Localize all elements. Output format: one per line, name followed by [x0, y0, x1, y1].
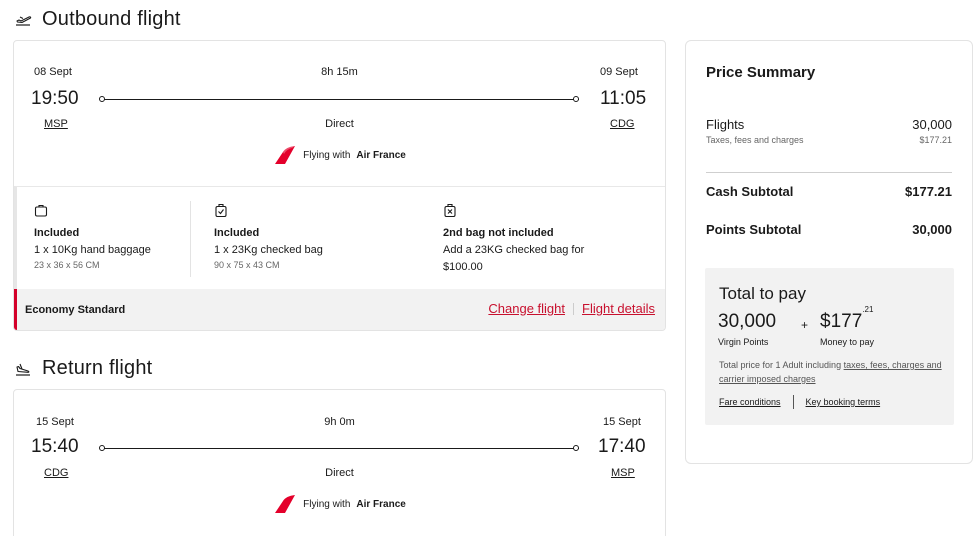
return-flight-card: 15 Sept 15:40 CDG 9h 0m Direct 15 Sept 1…	[13, 389, 666, 536]
airline-info: Flying with Air France	[14, 146, 665, 164]
plus-sign: +	[801, 318, 809, 332]
flight-details-link[interactable]: Flight details	[582, 301, 655, 316]
fare-conditions-link[interactable]: Fare conditions	[719, 397, 781, 407]
air-france-logo-icon	[273, 146, 297, 164]
taxes-value: $177.21	[919, 135, 952, 145]
hand-bag-icon	[34, 203, 48, 217]
points-subtotal-label: Points Subtotal	[706, 222, 802, 237]
airline-name: Air France	[356, 498, 406, 510]
airline-prefix: Flying with	[303, 149, 351, 161]
bag-item-hand: Included 1 x 10Kg hand baggage 23 x 36 x…	[34, 203, 151, 271]
bag-title: Included	[34, 227, 80, 239]
summary-divider	[706, 172, 952, 173]
route-start-dot	[99, 96, 105, 102]
fare-name: Economy Standard	[25, 303, 126, 316]
cash-subtotal-label: Cash Subtotal	[706, 184, 794, 199]
total-to-pay-title: Total to pay	[719, 284, 806, 303]
bag-item-second: 2nd bag not included Add a 23KG checked …	[443, 203, 584, 276]
bag-title: Included	[214, 227, 260, 239]
fare-links: Change flight Flight details	[488, 301, 655, 316]
route-line	[103, 99, 579, 100]
depart-time: 15:40	[31, 436, 79, 457]
route-line	[103, 448, 579, 449]
link-separator	[573, 302, 575, 315]
change-flight-link[interactable]: Change flight	[488, 301, 565, 316]
money-amount: $177.21	[820, 305, 873, 333]
arrive-time: 17:40	[598, 436, 646, 457]
airline-name: Air France	[356, 149, 406, 161]
outbound-flight-card: 08 Sept 19:50 MSP 8h 15m Direct 09 Sept …	[13, 40, 666, 331]
booking-links: Fare conditions Key booking terms	[719, 395, 880, 409]
plane-takeoff-icon	[14, 11, 32, 29]
note-prefix: Total price for 1 Adult including	[719, 360, 842, 370]
outbound-itinerary: 08 Sept 19:50 MSP 8h 15m Direct 09 Sept …	[14, 41, 665, 186]
flights-value: 30,000	[912, 117, 952, 132]
route-start-dot	[99, 445, 105, 451]
return-itinerary: 15 Sept 15:40 CDG 9h 0m Direct 15 Sept 1…	[14, 390, 665, 535]
plane-landing-icon	[14, 360, 32, 378]
bag-divider	[190, 201, 191, 277]
return-heading-text: Return flight	[42, 357, 153, 379]
cash-subtotal-value: $177.21	[905, 184, 952, 199]
total-to-pay-box: Total to pay 30,000 Virgin Points + $177…	[705, 268, 954, 425]
fare-bar: Economy Standard Change flight Flight de…	[14, 289, 665, 330]
taxes-row: Taxes, fees and charges $177.21	[706, 135, 952, 145]
bag-description: 1 x 23Kg checked bag	[214, 244, 323, 256]
price-summary-panel: Price Summary Flights 30,000 Taxes, fees…	[685, 40, 973, 464]
flight-duration: 8h 15m	[321, 66, 358, 78]
arrive-airport-link[interactable]: MSP	[611, 467, 635, 479]
taxes-label: Taxes, fees and charges	[706, 135, 804, 145]
points-subtotal-row: Points Subtotal 30,000	[706, 222, 952, 237]
airline-prefix: Flying with	[303, 498, 351, 510]
bag-dimensions: 23 x 36 x 56 CM	[34, 260, 100, 270]
air-france-logo-icon	[273, 495, 297, 513]
money-main: $177	[820, 311, 863, 332]
points-amount: 30,000	[718, 311, 777, 332]
money-cents: .21	[862, 304, 874, 314]
outbound-heading-text: Outbound flight	[42, 8, 181, 30]
flight-stops: Direct	[325, 118, 354, 130]
arrive-date: 15 Sept	[603, 416, 641, 428]
cash-subtotal-row: Cash Subtotal $177.21	[706, 184, 952, 199]
arrive-time: 11:05	[600, 88, 647, 109]
bag-dimensions: 90 x 75 x 43 CM	[214, 260, 280, 270]
bag-not-included-icon	[443, 203, 457, 218]
flight-duration: 9h 0m	[324, 416, 355, 428]
return-heading: Return flight	[14, 357, 152, 380]
route-end-dot	[573, 96, 579, 102]
route-end-dot	[573, 445, 579, 451]
bag-description: Add a 23KG checked bag for	[443, 244, 585, 256]
price-summary-title: Price Summary	[706, 64, 816, 81]
bag-price: $100.00	[443, 261, 483, 273]
arrive-date: 09 Sept	[600, 66, 638, 78]
money-label: Money to pay	[820, 337, 875, 347]
points-subtotal-value: 30,000	[912, 222, 952, 237]
checked-bag-icon	[214, 203, 228, 218]
bag-title: 2nd bag not included	[443, 227, 554, 239]
key-booking-terms-link[interactable]: Key booking terms	[806, 397, 881, 407]
total-price-note: Total price for 1 Adult including taxes,…	[719, 358, 944, 386]
depart-time: 19:50	[31, 88, 79, 109]
points-label: Virgin Points	[718, 337, 769, 347]
flights-row: Flights 30,000	[706, 117, 952, 132]
flights-label: Flights	[706, 117, 745, 132]
airline-info: Flying with Air France	[14, 495, 665, 513]
bag-item-checked: Included 1 x 23Kg checked bag 90 x 75 x …	[214, 203, 323, 271]
link-separator	[792, 395, 794, 409]
baggage-allowance: Included 1 x 10Kg hand baggage 23 x 36 x…	[14, 186, 665, 289]
outbound-heading: Outbound flight	[14, 8, 181, 31]
arrive-airport-link[interactable]: CDG	[610, 118, 634, 130]
bag-description: 1 x 10Kg hand baggage	[34, 244, 151, 256]
flight-stops: Direct	[325, 467, 354, 479]
